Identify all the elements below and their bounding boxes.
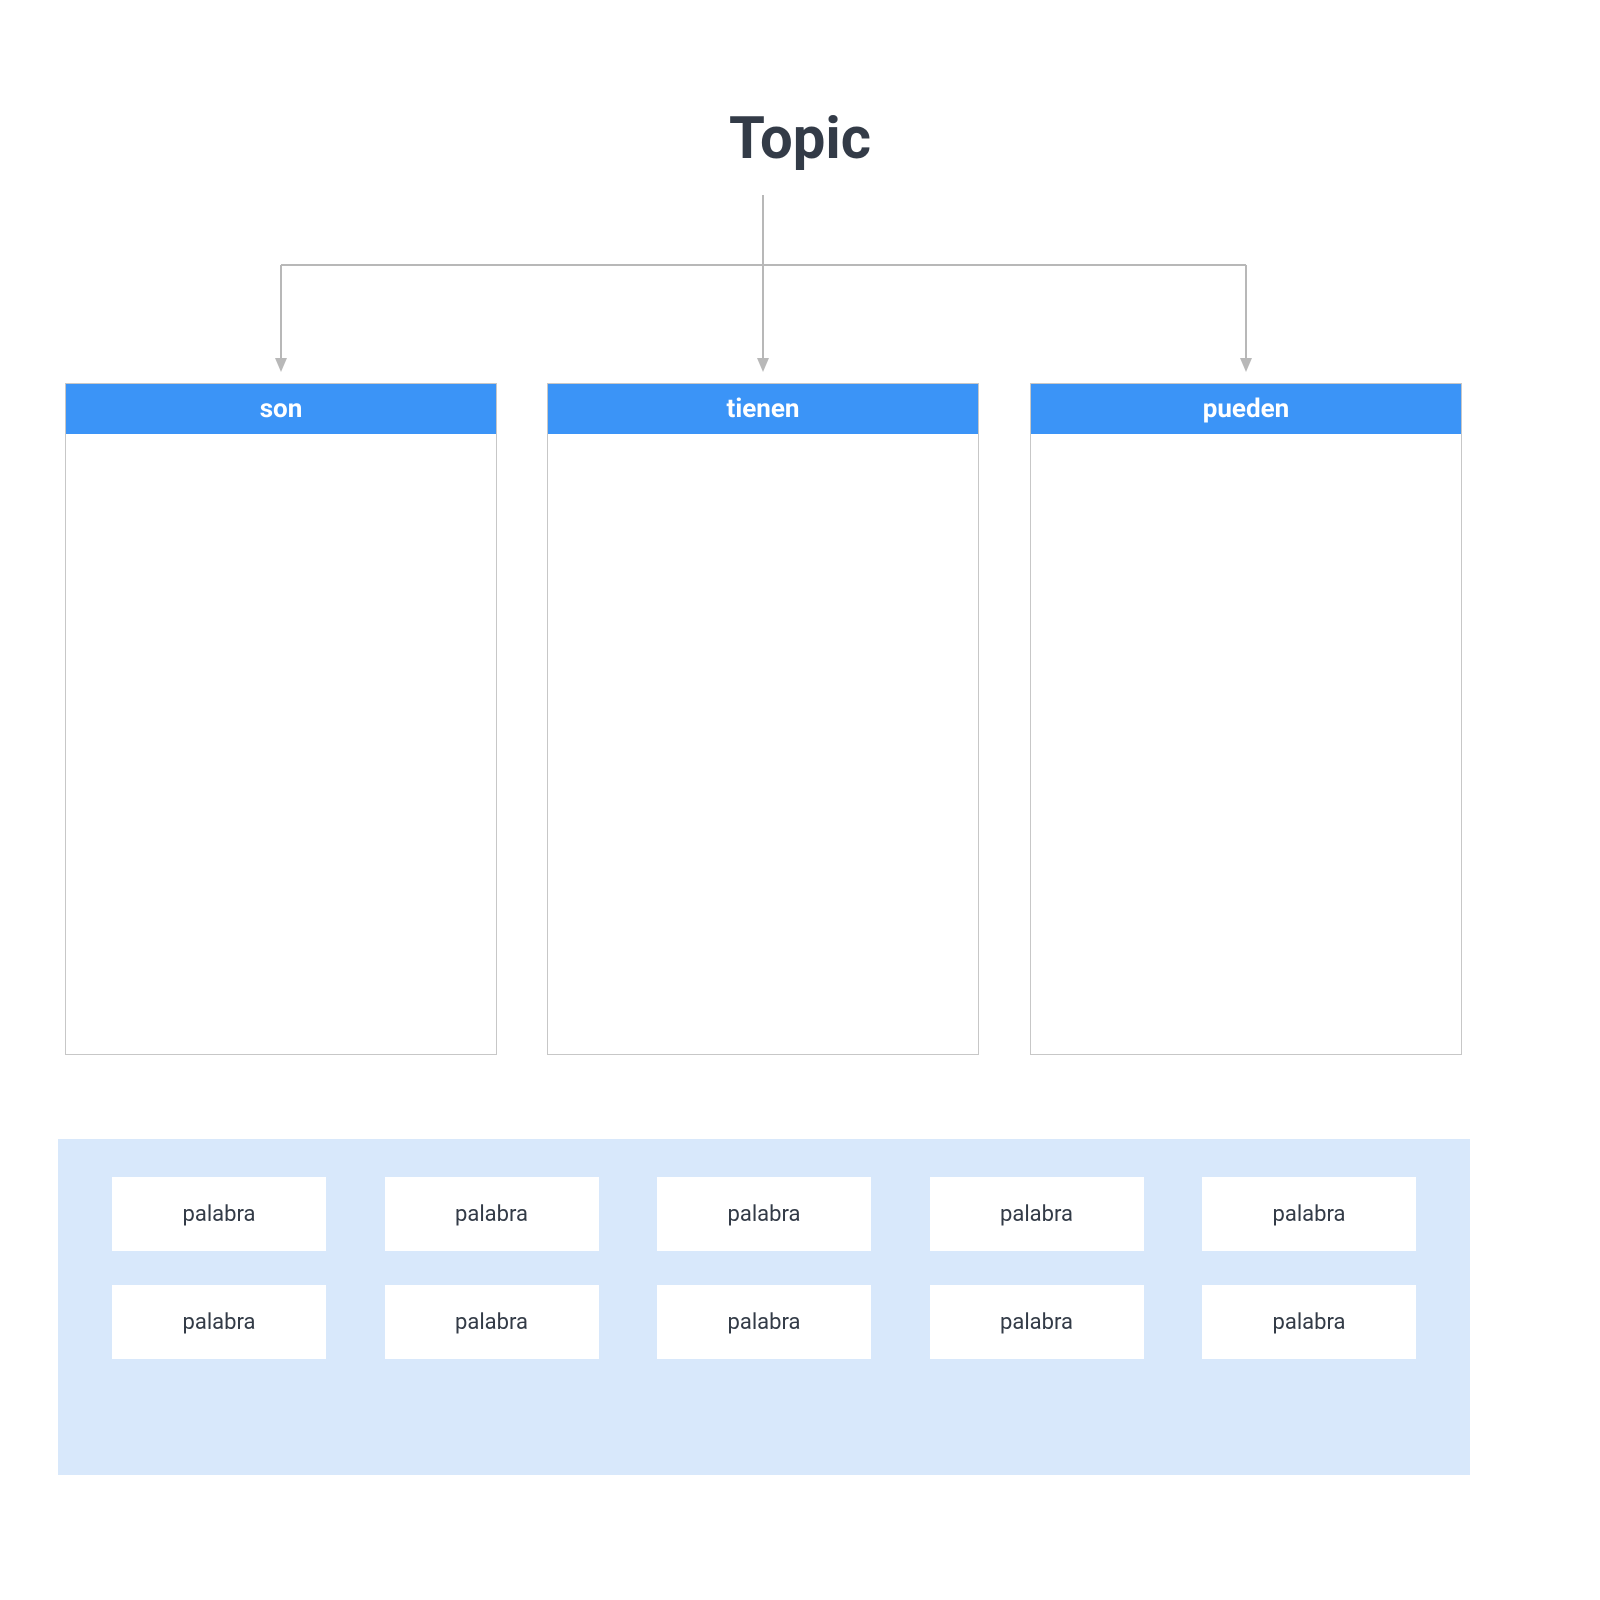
word-card[interactable]: palabra [657,1177,871,1251]
word-card[interactable]: palabra [112,1177,326,1251]
word-card[interactable]: palabra [657,1285,871,1359]
word-card[interactable]: palabra [385,1285,599,1359]
column-son[interactable]: son [65,383,497,1055]
page-title: Topic [0,105,1600,173]
word-bank: palabra palabra palabra palabra palabra … [58,1139,1470,1475]
word-row-1: palabra palabra palabra palabra palabra [92,1177,1436,1251]
word-card[interactable]: palabra [930,1177,1144,1251]
word-row-2: palabra palabra palabra palabra palabra [92,1285,1436,1359]
column-header-son: son [66,384,496,434]
column-pueden[interactable]: pueden [1030,383,1462,1055]
word-card[interactable]: palabra [1202,1177,1416,1251]
column-tienen[interactable]: tienen [547,383,979,1055]
column-header-pueden: pueden [1031,384,1461,434]
word-card[interactable]: palabra [930,1285,1144,1359]
word-card[interactable]: palabra [385,1177,599,1251]
word-card[interactable]: palabra [112,1285,326,1359]
word-card[interactable]: palabra [1202,1285,1416,1359]
column-header-tienen: tienen [548,384,978,434]
diagram-canvas: Topic son tienen pueden palabra palabra [0,0,1600,1600]
